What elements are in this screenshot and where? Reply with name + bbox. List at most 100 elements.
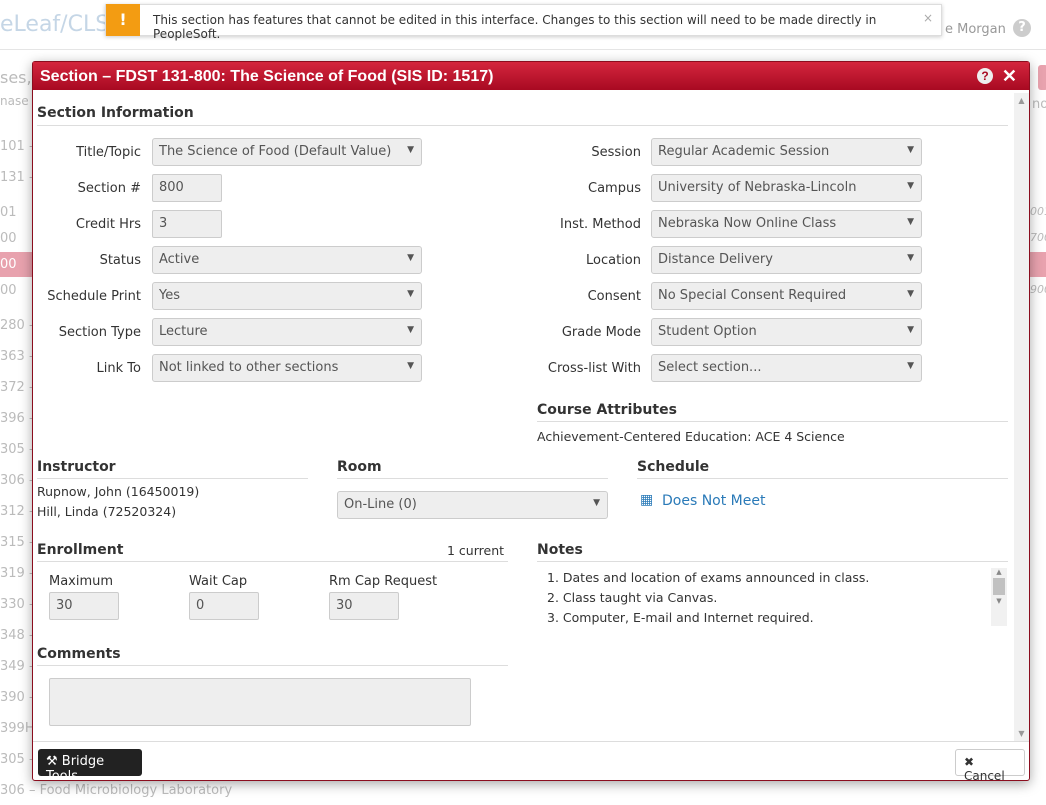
section-modal: Section – FDST 131-800: The Science of F… [32,61,1030,784]
bg-row-text: 305 – [0,752,36,767]
bg-row-text: 319 – [0,566,36,581]
field-select[interactable]: Nebraska Now Online Class ▼ [651,210,922,238]
bg-row-text: 348 – [0,628,36,643]
field-select[interactable]: The Science of Food (Default Value) ▼ [152,138,422,166]
room-value: On-Line (0) [344,497,417,512]
bg-text: no [1032,97,1046,112]
comments-textarea[interactable] [49,678,471,726]
caret-down-icon: ▼ [407,145,414,155]
field-label: Inst. Method [560,217,641,232]
bg-text: 700 [1030,231,1046,244]
field-label: Consent [587,289,641,304]
cancel-label: Cancel [964,769,1005,783]
caret-down-icon: ▼ [907,181,914,191]
instructor-heading: Instructor [37,459,116,475]
enrollment-label: Rm Cap Request [329,574,438,589]
caret-down-icon: ▼ [907,361,914,371]
enrollment-label: Wait Cap [189,574,248,589]
field-label: Title/Topic [76,145,141,160]
bg-row-text: 399H [0,721,35,736]
tools-icon: ⚒ [46,754,62,769]
field-select[interactable]: Lecture ▼ [152,318,422,346]
bg-row-text: 305 – [0,442,36,457]
comments-heading: Comments [37,646,121,662]
field-select[interactable]: Regular Academic Session ▼ [651,138,922,166]
field-select[interactable]: Active ▼ [152,246,422,274]
field-label: Grade Mode [561,325,641,340]
warning-alert: ! This section has features that cannot … [105,4,942,41]
select-value: Nebraska Now Online Class [658,216,837,231]
field-select[interactable]: University of Nebraska-Lincoln ▼ [651,174,922,202]
room-select[interactable]: On-Line (0) ▼ [337,491,608,519]
select-value: Select section... [658,360,762,375]
caret-down-icon: ▼ [407,289,414,299]
note-item: 1. Dates and location of exams announced… [547,570,870,585]
room-heading: Room [337,459,382,475]
select-value: No Special Consent Required [658,288,847,303]
exclamation-icon: ! [106,4,140,36]
bg-row-text: 312 – [0,504,36,519]
select-value: Distance Delivery [658,252,773,267]
bg-text: 900 [1030,283,1046,296]
cancel-button[interactable]: ✖ Cancel [955,749,1025,783]
bg-text: nase [0,94,29,108]
select-value: Student Option [658,324,757,339]
field-label: Session [591,145,641,160]
field-label: Status [99,253,141,268]
user-name[interactable]: e Morgan [945,22,1006,37]
bg-row-text: 315 – [0,535,36,550]
bg-button [1038,65,1046,90]
bg-row-text: 330 – [0,597,36,612]
bg-row-text: 390 – [0,690,36,705]
field-label: Cross-list With [547,361,641,376]
select-value: Not linked to other sections [159,360,339,375]
field-label: Location [586,253,641,268]
select-value: University of Nebraska-Lincoln [658,180,857,195]
field-label: Campus [588,181,641,196]
bg-row-text: 306 – [0,473,36,488]
help-icon[interactable]: ? [1013,19,1031,37]
notes-list[interactable]: 1. Dates and location of exams announced… [537,566,1008,626]
caret-down-icon: ▼ [407,253,414,263]
field-select[interactable]: Student Option ▼ [651,318,922,346]
enrollment-current: 1 current [447,543,505,558]
caret-down-icon: ▼ [907,253,914,263]
field-select[interactable]: No Special Consent Required ▼ [651,282,922,310]
notes-scrollbar[interactable]: ▲ ▼ [991,568,1007,626]
select-value: Active [159,252,200,267]
bg-row-text: 349 – [0,659,36,674]
modal-title: Section – FDST 131-800: The Science of F… [40,68,494,85]
field-select[interactable]: Yes ▼ [152,282,422,310]
select-value: Regular Academic Session [658,144,830,159]
help-icon[interactable]: ? [977,68,993,84]
select-value: The Science of Food (Default Value) [159,144,392,159]
alert-message: This section has features that cannot be… [153,13,877,41]
bg-row-text: 00 [0,257,17,272]
field-input[interactable]: 3 [152,210,222,238]
field-label: Credit Hrs [75,217,141,232]
enrollment-input[interactable]: 30 [329,592,399,620]
caret-down-icon: ▼ [593,498,600,508]
field-label: Link To [96,361,141,376]
enrollment-input[interactable]: 30 [49,592,119,620]
bg-row-text: 01 [0,205,17,220]
bg-row-text: 306 – Food Microbiology Laboratory [0,783,233,798]
select-value: Yes [159,288,180,303]
instructor-name: Rupnow, John (16450019) [37,484,200,499]
schedule-heading: Schedule [637,459,710,475]
field-select[interactable]: Not linked to other sections ▼ [152,354,422,382]
enrollment-input[interactable]: 0 [189,592,259,620]
bg-text: 001 [1030,205,1046,218]
caret-down-icon: ▼ [407,361,414,371]
bridge-tools-button[interactable]: ⚒ Bridge Tools [38,749,142,784]
note-item: 2. Class taught via Canvas. [547,590,718,605]
alert-close-button[interactable]: × [923,11,933,25]
field-input[interactable]: 800 [152,174,222,202]
field-label: Section Type [58,325,141,340]
schedule-link[interactable]: Does Not Meet [662,493,765,509]
field-select[interactable]: Select section... ▼ [651,354,922,382]
close-button[interactable]: ✕ [1002,66,1017,87]
modal-scrollbar[interactable]: ▲ ▼ [1014,93,1029,741]
field-select[interactable]: Distance Delivery ▼ [651,246,922,274]
caret-down-icon: ▼ [907,325,914,335]
